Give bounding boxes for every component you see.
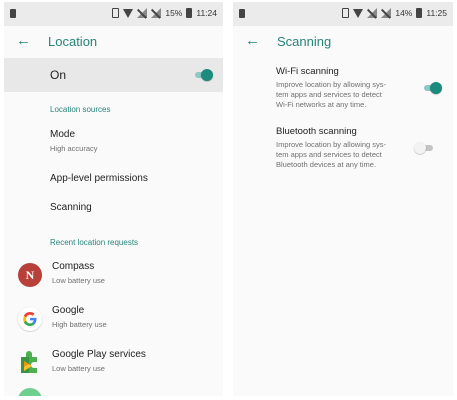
status-icons: 14% 11:25 (342, 8, 447, 18)
sim-card-icon (239, 9, 245, 18)
app-bar: ← Scanning (233, 26, 453, 58)
app-name[interactable]: Google (52, 305, 84, 316)
app-name[interactable]: Google Play services (52, 349, 146, 360)
wifi-scanning-description: Improve location by allowing sys- tem ap… (276, 80, 387, 109)
page-title: Location (48, 34, 98, 49)
wifi-scanning-title[interactable]: Wi-Fi scanning (276, 66, 339, 77)
battery-icon (416, 8, 423, 18)
puzzle-icon (18, 349, 42, 373)
section-header-location-sources: Location sources (50, 105, 111, 114)
app-battery-usage: Low battery use (52, 276, 105, 285)
master-switch-label: On (50, 68, 67, 82)
no-signal-icon (381, 8, 392, 18)
vibrate-icon (342, 8, 350, 18)
no-signal-icon (367, 8, 378, 18)
battery-percent: 15% (165, 8, 183, 18)
status-icons: 15% 11:24 (112, 8, 217, 18)
no-signal-icon (137, 8, 148, 18)
app-battery-usage: High battery use (52, 320, 107, 329)
app-level-permissions-item[interactable]: App-level permissions (50, 173, 148, 184)
compass-app-icon: N (18, 263, 42, 287)
back-arrow-icon[interactable]: ← (16, 32, 31, 50)
location-screen: 15% 11:24 ← Location On Location sources… (4, 2, 223, 396)
clock: 11:25 (426, 8, 447, 18)
clock: 11:24 (196, 8, 217, 18)
google-app-icon (18, 307, 42, 331)
bluetooth-scanning-title[interactable]: Bluetooth scanning (276, 126, 357, 137)
bluetooth-scanning-description: Improve location by allowing sys- tem ap… (276, 140, 387, 169)
battery-icon (186, 8, 193, 18)
wifi-icon (123, 8, 134, 18)
wifi-scanning-toggle[interactable] (422, 82, 442, 94)
sim-card-icon (10, 9, 16, 18)
mode-value: High accuracy (50, 144, 98, 153)
scanning-item[interactable]: Scanning (50, 202, 92, 213)
vibrate-icon (112, 8, 120, 18)
app-battery-usage: Low battery use (52, 364, 105, 373)
status-bar: 15% 11:24 (4, 2, 223, 26)
battery-percent: 14% (395, 8, 413, 18)
page-title: Scanning (277, 34, 332, 49)
location-toggle[interactable] (193, 69, 213, 81)
section-header-recent-requests: Recent location requests (50, 238, 139, 247)
mode-title[interactable]: Mode (50, 129, 75, 140)
app-bar: ← Location (4, 26, 223, 58)
back-arrow-icon[interactable]: ← (245, 32, 260, 50)
wifi-icon (353, 8, 364, 18)
status-bar: 14% 11:25 (233, 2, 453, 26)
app-icon (18, 388, 42, 396)
scanning-screen: 14% 11:25 ← Scanning Wi-Fi scanning Impr… (233, 2, 453, 396)
location-master-switch-row[interactable]: On (4, 58, 223, 92)
app-name[interactable]: Compass (52, 261, 94, 272)
no-signal-icon (151, 8, 162, 18)
bluetooth-scanning-toggle[interactable] (414, 142, 434, 154)
